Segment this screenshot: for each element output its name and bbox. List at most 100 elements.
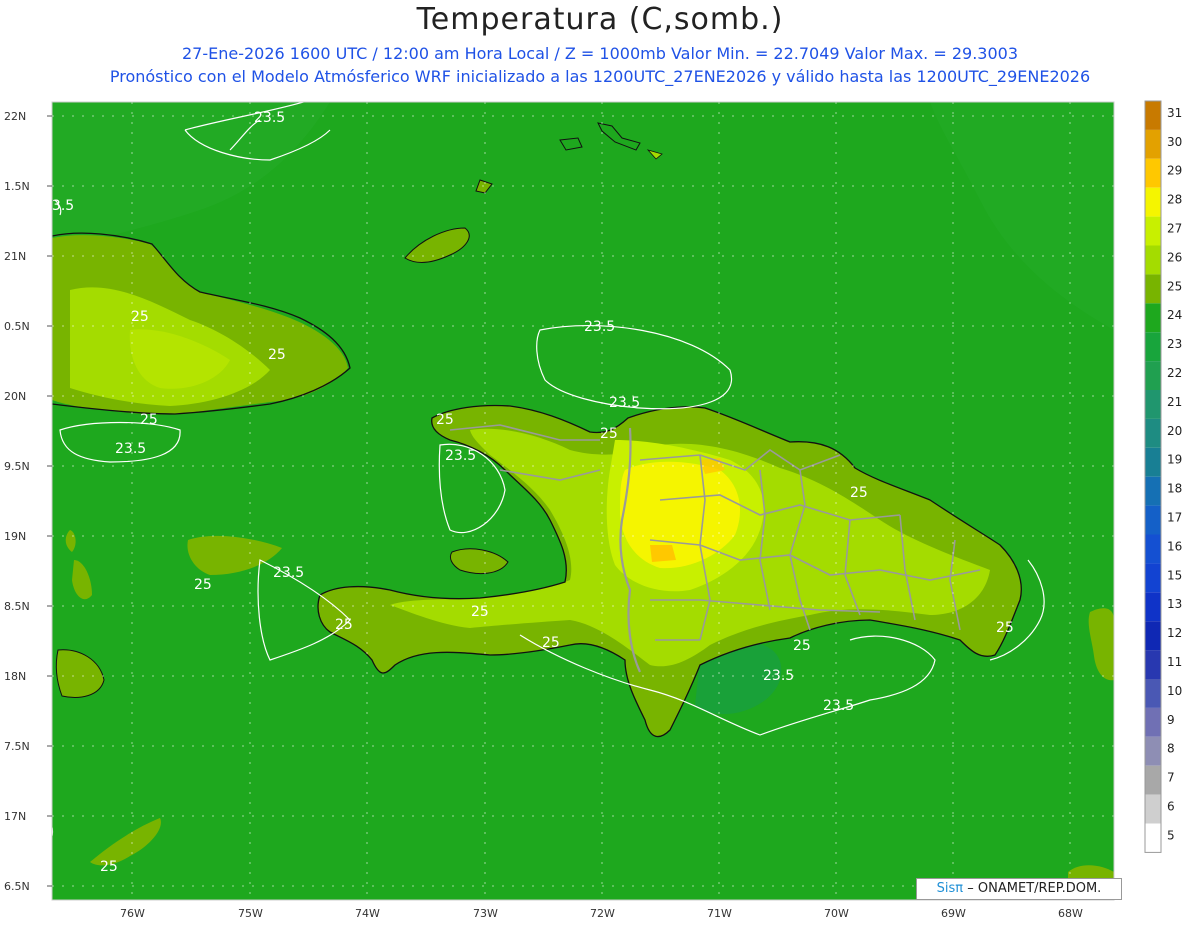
colorbar-swatch — [1145, 621, 1161, 651]
contour-label: 23.5 — [254, 110, 285, 126]
contour-label: 23.5 — [115, 441, 146, 457]
contour-label: 23.5 — [273, 565, 304, 581]
credit-org: – ONAMET/REP.DOM. — [967, 881, 1102, 896]
y-axis-label: 6.5N — [4, 880, 30, 893]
contour-label: 25 — [471, 604, 489, 620]
colorbar-swatch — [1145, 303, 1161, 333]
y-axis: 22N 1.5N 21N 0.5N 20N 9.5N 19N 8.5N 18N … — [4, 110, 52, 893]
colorbar-label: 7 — [1167, 771, 1175, 785]
y-axis-label: 17N — [4, 810, 26, 823]
y-axis-label: 19N — [4, 530, 26, 543]
colorbar-swatch — [1145, 765, 1161, 795]
colorbar-swatch — [1145, 592, 1161, 622]
contour-label: 23.5 — [445, 448, 476, 464]
colorbar-label: 18 — [1167, 482, 1182, 496]
y-axis-label: 22N — [4, 110, 26, 123]
contour-label: 23.5 — [763, 668, 794, 684]
colorbar-label: 27 — [1167, 221, 1182, 235]
colorbar-swatch — [1145, 534, 1161, 564]
colorbar-swatch — [1145, 679, 1161, 708]
colorbar-swatch — [1145, 794, 1161, 824]
contour-label: 25 — [268, 347, 286, 363]
y-axis-label: 0.5N — [4, 320, 30, 333]
colorbar-label: 31 — [1167, 106, 1182, 120]
credit-box: Sisπ – ONAMET/REP.DOM. — [916, 878, 1122, 900]
colorbar-swatch — [1145, 736, 1161, 766]
colorbar-swatch — [1145, 129, 1161, 159]
contour-label: 25 — [194, 577, 212, 593]
x-axis-label: 74W — [355, 907, 380, 920]
contour-label: 25 — [100, 859, 118, 875]
contour-label: 23.5 — [584, 319, 615, 335]
colorbar-label: 29 — [1167, 164, 1182, 178]
x-axis-label: 70W — [824, 907, 849, 920]
colorbar-swatch — [1145, 332, 1161, 362]
colorbar-label: 20 — [1167, 424, 1182, 438]
contour-label: 23.5 — [609, 395, 640, 411]
colorbar-label: 9 — [1167, 713, 1175, 727]
y-axis-label: 18N — [4, 670, 26, 683]
contour-label: 25 — [131, 309, 149, 325]
colorbar-label: 12 — [1167, 626, 1182, 640]
contour-label: 25 — [793, 638, 811, 654]
colorbar-swatch — [1145, 707, 1161, 737]
colorbar-swatch — [1145, 476, 1161, 506]
colorbar-swatch — [1145, 563, 1161, 593]
x-axis-label: 71W — [707, 907, 732, 920]
colorbar-label: 21 — [1167, 395, 1182, 409]
colorbar-swatch — [1145, 158, 1161, 188]
contour-label: 23.5 — [823, 698, 854, 714]
colorbar-swatch — [1145, 361, 1161, 390]
colorbar-label: 30 — [1167, 135, 1182, 149]
y-axis-label: 8.5N — [4, 600, 30, 613]
contour-label: 25 — [600, 426, 618, 442]
colorbar-label: 19 — [1167, 453, 1182, 467]
contour-label: 25 — [140, 412, 158, 428]
colorbar-swatch — [1145, 418, 1161, 448]
colorbar-swatch — [1145, 101, 1161, 130]
x-axis-label: 73W — [473, 907, 498, 920]
colorbar-swatch — [1145, 823, 1161, 853]
colorbar-label: 25 — [1167, 279, 1182, 293]
contour-label: 23.5 — [43, 198, 74, 214]
contour-label: 25 — [850, 485, 868, 501]
x-axis-label: 68W — [1058, 907, 1083, 920]
colorbar-swatch — [1145, 447, 1161, 477]
colorbar-label: 23 — [1167, 337, 1182, 351]
colorbar-label: 5 — [1167, 828, 1175, 842]
x-axis-label: 69W — [941, 907, 966, 920]
colorbar-swatch — [1145, 187, 1161, 217]
x-axis-label: 75W — [238, 907, 263, 920]
colorbar-label: 24 — [1167, 308, 1182, 322]
contour-label: 25 — [335, 617, 353, 633]
contour-label: 25 — [542, 635, 560, 651]
contour-label: 25 — [436, 412, 454, 428]
colorbar-label: 16 — [1167, 539, 1182, 553]
colorbar-label: 22 — [1167, 366, 1182, 380]
temperature-map: 23.5 23.5 25 25 25 23.5 23.5 25 23.5 25 … — [4, 100, 1182, 920]
x-axis-label: 76W — [120, 907, 145, 920]
colorbar-legend: 31 30 29 28 27 26 25 24 23 22 21 20 19 18 17 16 15 13 12 11… — [1144, 100, 1182, 853]
credit-brand: Sisπ — [936, 881, 964, 896]
colorbar-label: 8 — [1167, 742, 1175, 756]
colorbar-label: 11 — [1167, 655, 1182, 669]
x-axis-label: 72W — [590, 907, 615, 920]
colorbar-swatch — [1145, 216, 1161, 246]
colorbar-label: 6 — [1167, 799, 1175, 813]
colorbar-label: 13 — [1167, 597, 1182, 611]
colorbar-label: 17 — [1167, 510, 1182, 524]
y-axis-label: 1.5N — [4, 180, 30, 193]
colorbar-swatch — [1145, 245, 1161, 275]
y-axis-label: 9.5N — [4, 460, 30, 473]
x-axis: 76W 75W 74W 73W 72W 71W 70W 69W 68W — [120, 907, 1083, 920]
contour-label: 25 — [996, 620, 1014, 636]
colorbar-label: 28 — [1167, 193, 1182, 207]
colorbar-label: 10 — [1167, 684, 1182, 698]
colorbar-swatch — [1145, 505, 1161, 535]
y-axis-label: 20N — [4, 390, 26, 403]
colorbar-label: 26 — [1167, 250, 1182, 264]
colorbar-swatch — [1145, 390, 1161, 419]
colorbar-swatch — [1145, 650, 1161, 679]
y-axis-label: 7.5N — [4, 740, 30, 753]
colorbar-swatch — [1145, 274, 1161, 304]
